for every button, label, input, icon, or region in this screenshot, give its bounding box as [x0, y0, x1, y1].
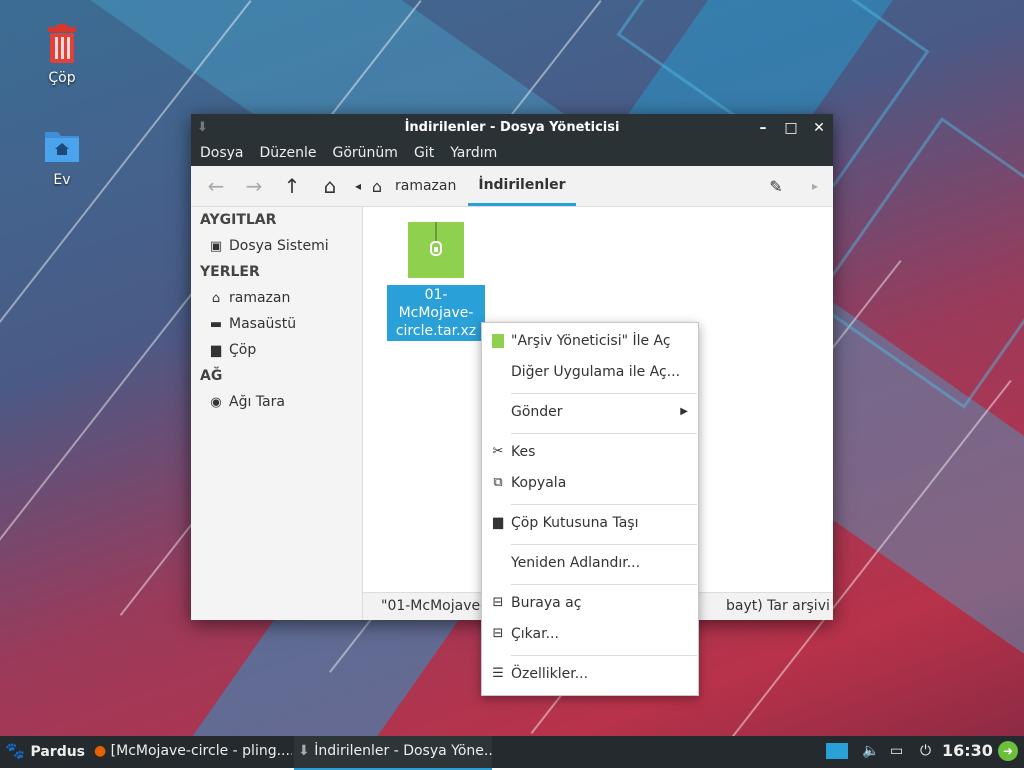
display-icon[interactable]: ▭ [890, 736, 903, 768]
sidebar-section-title: AYGITLAR [200, 212, 277, 228]
sidebar-item-label: Ağı Tara [229, 394, 285, 410]
menu-item-extract-here[interactable]: ⊟ Buraya aç [482, 591, 698, 615]
menu-separator [511, 433, 697, 434]
menu-item-move-to-trash[interactable]: ▆ Çöp Kutusuna Taşı [482, 511, 698, 535]
window-title: İndirilenler - Dosya Yöneticisi [404, 120, 620, 135]
menu-item-extract[interactable]: ⊟ Çıkar... [482, 622, 698, 646]
taskbar: 🐾 Pardus ● [McMojave-circle - pling.... … [0, 736, 1024, 770]
back-arrow-icon[interactable]: ← [197, 174, 235, 198]
desktop-icon: ▬ [209, 316, 223, 332]
sidebar-item-network[interactable]: ◉ Ağı Tara [191, 389, 362, 415]
sidebar-item-label: Çöp [229, 342, 257, 358]
status-text-left: "01-McMojave- [381, 598, 486, 614]
menu-duzenle[interactable]: Düzenle [252, 142, 325, 166]
status-text-right: bayt) Tar arşivi (... [726, 598, 833, 614]
context-menu: "Arşiv Yöneticisi" İle Aç Diğer Uygulama… [481, 322, 699, 696]
menu-item-send-to[interactable]: Gönder ▶ [482, 400, 698, 424]
sidebar-item-label: Masaüstü [229, 316, 297, 332]
copy-icon: ⧉ [493, 475, 503, 490]
menu-item-copy[interactable]: ⧉ Kopyala [482, 471, 698, 495]
breadcrumb-current[interactable]: İndirilenler [468, 167, 576, 206]
window-titlebar[interactable]: ⬇ İndirilenler - Dosya Yöneticisi – □ ✕ [191, 114, 833, 142]
sidebar-item-desktop[interactable]: ▬ Masaüstü [191, 311, 362, 337]
task-file-manager[interactable]: ⬇ İndirilenler - Dosya Yöne... [294, 736, 492, 770]
volume-icon[interactable]: 🔈 [862, 736, 879, 768]
menu-git[interactable]: Git [406, 142, 442, 166]
menu-separator [511, 504, 697, 505]
home-folder-icon [44, 126, 80, 166]
menu-separator [511, 544, 697, 545]
edit-pencil-icon[interactable]: ✎ [757, 177, 795, 196]
task-browser[interactable]: ● [McMojave-circle - pling.... [94, 736, 292, 768]
sidebar-item-trash[interactable]: ▆ Çöp [191, 337, 362, 363]
properties-icon: ☰ [492, 666, 504, 681]
sidebar-item-label: ramazan [229, 290, 291, 306]
menu-item-open-archive-manager[interactable]: "Arşiv Yöneticisi" İle Aç [482, 329, 698, 353]
home-small-icon: ⌂ [371, 176, 383, 196]
breadcrumb-home[interactable]: ramazan [395, 178, 456, 194]
power-icon[interactable]: ⏻ [920, 736, 931, 768]
home-icon: ⌂ [211, 290, 221, 306]
menu-item-cut[interactable]: ✂ Kes [482, 440, 698, 464]
sidebar-section-title: AĞ [200, 368, 223, 384]
menu-yardim[interactable]: Yardım [442, 142, 505, 166]
clock[interactable]: 16:30 [942, 736, 993, 768]
menu-gorunum[interactable]: Görünüm [325, 142, 406, 166]
chevron-right-icon[interactable]: ▸ [803, 179, 827, 193]
sidebar-item-label: Dosya Sistemi [229, 238, 329, 254]
menu-separator [511, 655, 697, 656]
menu-item-rename[interactable]: Yeniden Adlandır... [482, 551, 698, 575]
menu-dosya[interactable]: Dosya [200, 142, 252, 166]
drive-icon: ▣ [209, 238, 223, 254]
menu-separator [511, 393, 697, 394]
desktop-icon-label: Çöp [48, 70, 76, 86]
extract-icon: ⊟ [492, 626, 504, 641]
forward-arrow-icon[interactable]: → [235, 174, 273, 198]
logout-icon[interactable]: ➜ [998, 736, 1018, 768]
toolbar: ← → ↑ ⌂ ◂ ⌂ ramazan İndirilenler ✎ ▸ [191, 166, 833, 207]
download-icon: ⬇ [197, 120, 208, 135]
archive-icon [408, 222, 464, 278]
download-icon: ⬇ [298, 743, 310, 759]
sidebar: AYGITLAR ▣ Dosya Sistemi YERLER ⌂ ramaza… [191, 207, 363, 620]
file-item[interactable]: 01-McMojave- circle.tar.xz [387, 222, 485, 341]
menubar: Dosya Düzenle Görünüm Git Yardım [191, 142, 833, 166]
sidebar-section-title: YERLER [200, 264, 260, 280]
home-icon[interactable]: ⌂ [311, 174, 349, 198]
chevron-right-icon: ▶ [680, 406, 688, 417]
up-arrow-icon[interactable]: ↑ [273, 174, 311, 198]
firefox-icon: ● [94, 743, 107, 759]
trash-icon [44, 24, 80, 64]
chevron-left-icon[interactable]: ◂ [349, 179, 367, 193]
globe-icon: ◉ [210, 394, 222, 410]
maximize-icon[interactable]: □ [783, 114, 799, 142]
trash-icon: ▆ [493, 515, 503, 530]
trash-icon: ▆ [211, 342, 221, 358]
scissors-icon: ✂ [492, 444, 504, 459]
file-name-label: 01-McMojave- circle.tar.xz [387, 285, 485, 341]
menu-separator [511, 584, 697, 585]
start-menu-button[interactable]: 🐾 Pardus [4, 736, 85, 768]
desktop-icon-trash[interactable]: Çöp [17, 24, 107, 86]
sidebar-item-home[interactable]: ⌂ ramazan [191, 285, 362, 311]
desktop-icon-home[interactable]: Ev [17, 126, 107, 188]
close-icon[interactable]: ✕ [811, 114, 827, 142]
minimize-icon[interactable]: – [755, 114, 771, 142]
menu-item-open-with-other[interactable]: Diğer Uygulama ile Aç... [482, 360, 698, 384]
desktop-icon-label: Ev [53, 172, 71, 188]
workspace-icon[interactable] [826, 736, 848, 768]
pardus-logo-icon: 🐾 [5, 741, 25, 760]
menu-item-properties[interactable]: ☰ Özellikler... [482, 662, 698, 686]
sidebar-item-filesystem[interactable]: ▣ Dosya Sistemi [191, 233, 362, 259]
archive-icon [490, 329, 506, 353]
extract-icon: ⊟ [492, 595, 504, 610]
